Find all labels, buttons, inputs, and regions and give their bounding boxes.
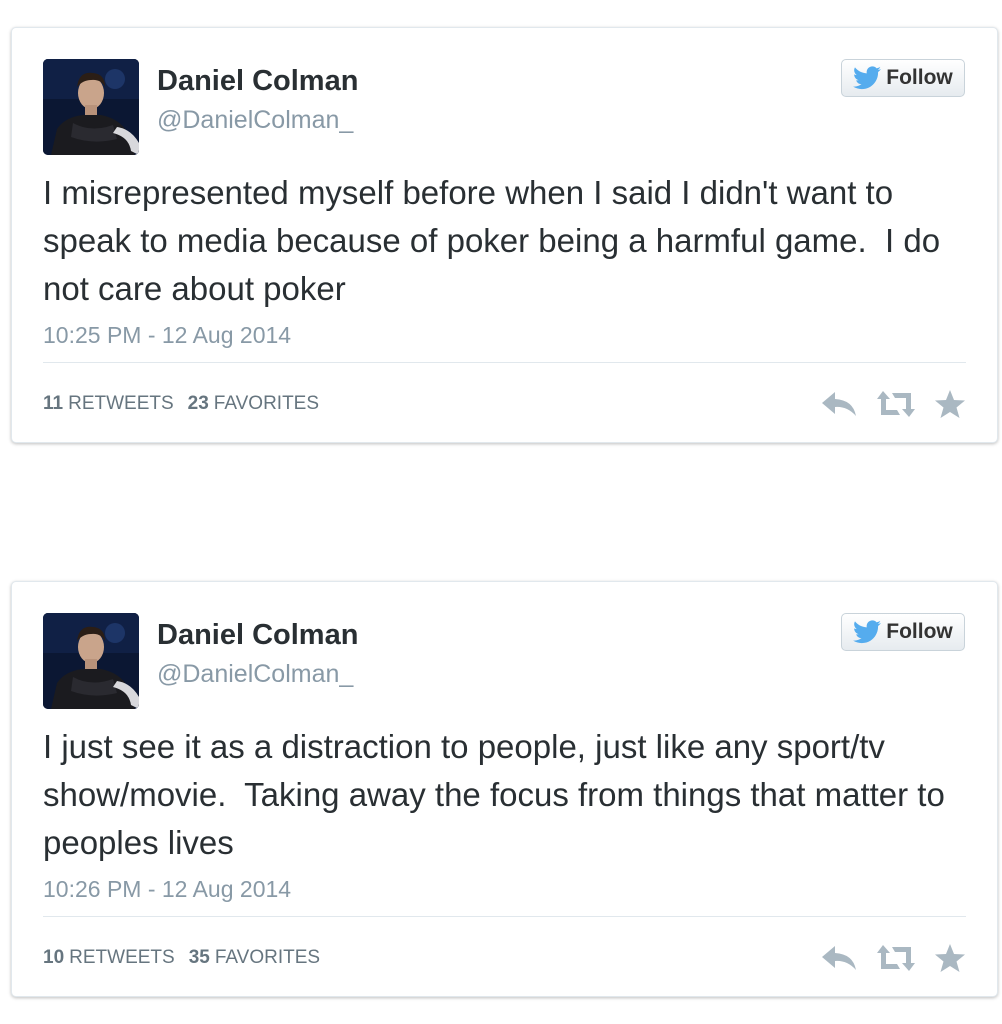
tweet-stats: 11 RETWEETS 23 FAVORITES xyxy=(43,393,319,415)
favorites-count: 23 xyxy=(187,393,209,414)
avatar[interactable] xyxy=(43,613,139,709)
author-handle[interactable]: @DanielColman_ xyxy=(157,660,353,689)
reply-icon[interactable] xyxy=(821,390,857,418)
favorites-count: 35 xyxy=(188,947,210,968)
tweet-card: Daniel Colman @DanielColman_ Follow I ju… xyxy=(11,581,998,997)
retweets-label: RETWEETS xyxy=(68,393,174,414)
follow-button[interactable]: Follow xyxy=(841,59,965,97)
retweets-count: 10 xyxy=(43,947,65,968)
tweet-timestamp[interactable]: 10:25 PM - 12 Aug 2014 xyxy=(43,322,291,349)
retweets-stat[interactable]: 10 RETWEETS xyxy=(43,947,175,969)
tweet-stats: 10 RETWEETS 35 FAVORITES xyxy=(43,947,320,969)
author-name[interactable]: Daniel Colman xyxy=(157,65,358,98)
favorite-star-icon[interactable] xyxy=(935,390,965,418)
tweet-timestamp[interactable]: 10:26 PM - 12 Aug 2014 xyxy=(43,876,291,903)
favorite-star-icon[interactable] xyxy=(935,944,965,972)
tweet-actions xyxy=(821,944,965,972)
tweet-card: Daniel Colman @DanielColman_ Follow I mi… xyxy=(11,27,998,443)
divider xyxy=(43,916,966,917)
twitter-bird-icon xyxy=(853,620,882,644)
favorites-stat[interactable]: 35 FAVORITES xyxy=(189,947,320,969)
follow-label: Follow xyxy=(886,620,953,643)
favorites-stat[interactable]: 23 FAVORITES xyxy=(188,393,319,415)
follow-button[interactable]: Follow xyxy=(841,613,965,651)
reply-icon[interactable] xyxy=(821,944,857,972)
tweet-text: I just see it as a distraction to people… xyxy=(43,728,954,861)
retweet-icon[interactable] xyxy=(877,391,915,417)
divider xyxy=(43,362,966,363)
twitter-bird-icon xyxy=(853,66,882,90)
retweets-count: 11 xyxy=(43,393,64,414)
retweets-stat[interactable]: 11 RETWEETS xyxy=(43,393,174,415)
retweet-icon[interactable] xyxy=(877,945,915,971)
retweets-label: RETWEETS xyxy=(69,947,175,968)
tweet-actions xyxy=(821,390,965,418)
favorites-label: FAVORITES xyxy=(214,947,321,968)
tweet-text: I misrepresented myself before when I sa… xyxy=(43,174,950,307)
author-handle[interactable]: @DanielColman_ xyxy=(157,106,353,135)
avatar[interactable] xyxy=(43,59,139,155)
follow-label: Follow xyxy=(886,66,953,89)
favorites-label: FAVORITES xyxy=(213,393,320,414)
author-name[interactable]: Daniel Colman xyxy=(157,619,358,652)
